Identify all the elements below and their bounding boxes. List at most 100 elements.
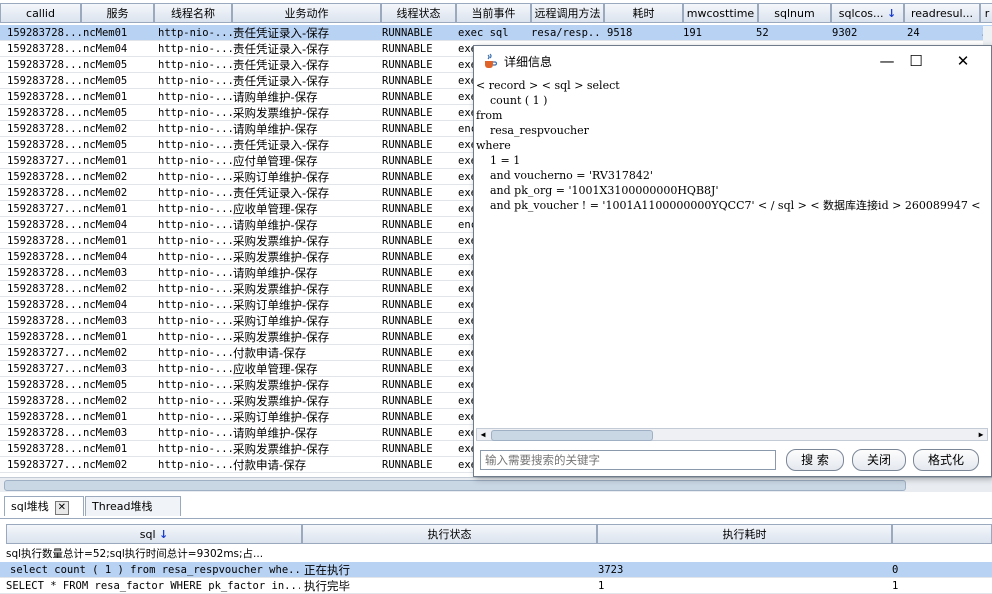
scrollbar-thumb[interactable]: [491, 430, 653, 441]
column-header[interactable]: 线程状态: [381, 3, 456, 23]
cell-thread: http-nio-...: [158, 315, 232, 327]
cell-thread: http-nio-...: [158, 459, 232, 471]
cell-thread: http-nio-...: [158, 379, 232, 391]
column-header[interactable]: r: [980, 3, 992, 23]
cell-callid: 159283728...: [7, 91, 81, 103]
cell-service: ncMem04: [83, 219, 128, 231]
main-table-horizontal-scrollbar[interactable]: [0, 477, 992, 492]
cell-callid: 159283728...: [7, 59, 81, 71]
sql-summary: sql执行数量总计=52;sql执行时间总计=9302ms;占...: [6, 548, 264, 560]
cell-mw: 191: [683, 27, 702, 39]
cell-thread: http-nio-...: [158, 347, 232, 359]
column-header[interactable]: sqlnum: [758, 3, 831, 23]
tab-sql-stack[interactable]: sql堆栈 ✕: [4, 496, 84, 516]
cell-thread: http-nio-...: [158, 59, 232, 71]
cell-callid: 159283728...: [7, 251, 81, 263]
cell-service: ncMem02: [83, 123, 128, 135]
cell-action: 责任凭证录入-保存: [233, 74, 330, 88]
cell-action: 付款申请-保存: [233, 458, 307, 472]
cell-callid: 159283728...: [7, 171, 81, 183]
column-header[interactable]: 当前事件: [456, 3, 531, 23]
scrollbar-thumb[interactable]: [4, 480, 906, 491]
column-header[interactable]: readresul...: [904, 3, 980, 23]
sql-detail-text[interactable]: < record > < sql > select count ( 1 ) fro…: [476, 78, 989, 428]
cell-service: ncMem02: [83, 283, 128, 295]
maximize-icon[interactable]: ☐: [901, 50, 931, 72]
column-header-cost[interactable]: 执行耗时: [597, 524, 892, 544]
cell-callid: 159283727...: [7, 347, 81, 359]
cell-state: RUNNABLE: [382, 331, 433, 343]
column-header-sql[interactable]: sql ↓: [6, 524, 302, 544]
cell-thread: http-nio-...: [158, 155, 232, 167]
column-header[interactable]: 耗时: [604, 3, 683, 23]
cell-service: ncMem05: [83, 59, 128, 71]
close-button[interactable]: 关闭: [852, 449, 906, 471]
cell-state: RUNNABLE: [382, 155, 433, 167]
scroll-right-icon[interactable]: ▶: [975, 429, 987, 440]
cell-thread: http-nio-...: [158, 27, 232, 39]
cell-action: 采购发票维护-保存: [233, 282, 330, 296]
sql-text-line: < record > < sql > select: [476, 79, 620, 92]
tab-thread-stack[interactable]: Thread堆栈: [85, 496, 181, 516]
column-header-extra: [892, 524, 992, 544]
cell-callid: 159283727...: [7, 203, 81, 215]
column-header[interactable]: 服务: [81, 3, 154, 23]
cell-callid: 159283728...: [7, 411, 81, 423]
table-row[interactable]: 159283728... ncMem01 http-nio-... 责任凭证录入-保存…: [0, 25, 992, 41]
cell-state: RUNNABLE: [382, 299, 433, 311]
cell-action: 责任凭证录入-保存: [233, 58, 330, 72]
cell-cost: 9518: [607, 27, 633, 39]
cell-state: RUNNABLE: [382, 283, 433, 295]
cell-action: 应收单管理-保存: [233, 362, 318, 376]
search-button[interactable]: 搜 索: [786, 449, 844, 471]
cell-state: RUNNABLE: [382, 411, 433, 423]
cell-state: RUNNABLE: [382, 379, 433, 391]
column-header-status[interactable]: 执行状态: [302, 524, 597, 544]
cell-callid: 159283728...: [7, 139, 81, 151]
cell-thread: http-nio-...: [158, 91, 232, 103]
close-icon[interactable]: ✕: [54, 501, 69, 515]
cell-action: 责任凭证录入-保存: [233, 138, 330, 152]
cell-service: ncMem01: [83, 155, 128, 167]
cell-service: ncMem05: [83, 379, 128, 391]
cell-sqlnum: 52: [756, 27, 769, 39]
cell-thread: http-nio-...: [158, 395, 232, 407]
cell-service: ncMem01: [83, 331, 128, 343]
column-header[interactable]: mwcosttime: [683, 3, 758, 23]
detail-dialog: 详细信息 — ☐ ✕ < record > < sql > select cou…: [473, 45, 992, 477]
cell-service: ncMem03: [83, 315, 128, 327]
cell-thread: http-nio-...: [158, 75, 232, 87]
close-icon[interactable]: ✕: [948, 50, 978, 72]
sort-down-icon: ↓: [887, 7, 897, 20]
cell-callid: 159283728...: [7, 107, 81, 119]
cell-thread: http-nio-...: [158, 219, 232, 231]
cell-service: ncMem01: [83, 443, 128, 455]
column-header[interactable]: 线程名称: [154, 3, 232, 23]
cell-callid: 159283728...: [7, 443, 81, 455]
detail-horizontal-scrollbar[interactable]: ◀ ▶: [476, 428, 988, 441]
cell-action: 请购单维护-保存: [233, 426, 318, 440]
cell-thread: http-nio-...: [158, 203, 232, 215]
table-row[interactable]: select count ( 1 ) from resa_respvoucher…: [0, 562, 992, 578]
column-header[interactable]: 远程调用方法: [531, 3, 604, 23]
search-input[interactable]: [480, 450, 776, 470]
dialog-titlebar[interactable]: 详细信息 — ☐ ✕: [474, 46, 991, 76]
column-header[interactable]: callid: [0, 3, 81, 23]
cell-callid: 159283728...: [7, 331, 81, 343]
cell-service: ncMem05: [83, 107, 128, 119]
format-button[interactable]: 格式化: [913, 449, 979, 471]
cell-state: RUNNABLE: [382, 27, 433, 39]
sql-text-line: resa_respvoucher: [476, 124, 589, 137]
minimize-icon[interactable]: —: [872, 50, 902, 72]
cell-action: 责任凭证录入-保存: [233, 26, 330, 40]
cell-state: RUNNABLE: [382, 91, 433, 103]
scroll-left-icon[interactable]: ◀: [477, 429, 489, 440]
cell-action: 请购单维护-保存: [233, 266, 318, 280]
table-row[interactable]: SELECT * FROM resa_factor WHERE pk_facto…: [0, 578, 992, 594]
cell-action: 采购订单维护-保存: [233, 314, 330, 328]
cell-state: RUNNABLE: [382, 187, 433, 199]
column-header[interactable]: sqlcos... ↓: [831, 3, 904, 23]
column-header[interactable]: 业务动作: [232, 3, 381, 23]
cell-event: exec sql: [458, 27, 509, 39]
cell-state: RUNNABLE: [382, 171, 433, 183]
